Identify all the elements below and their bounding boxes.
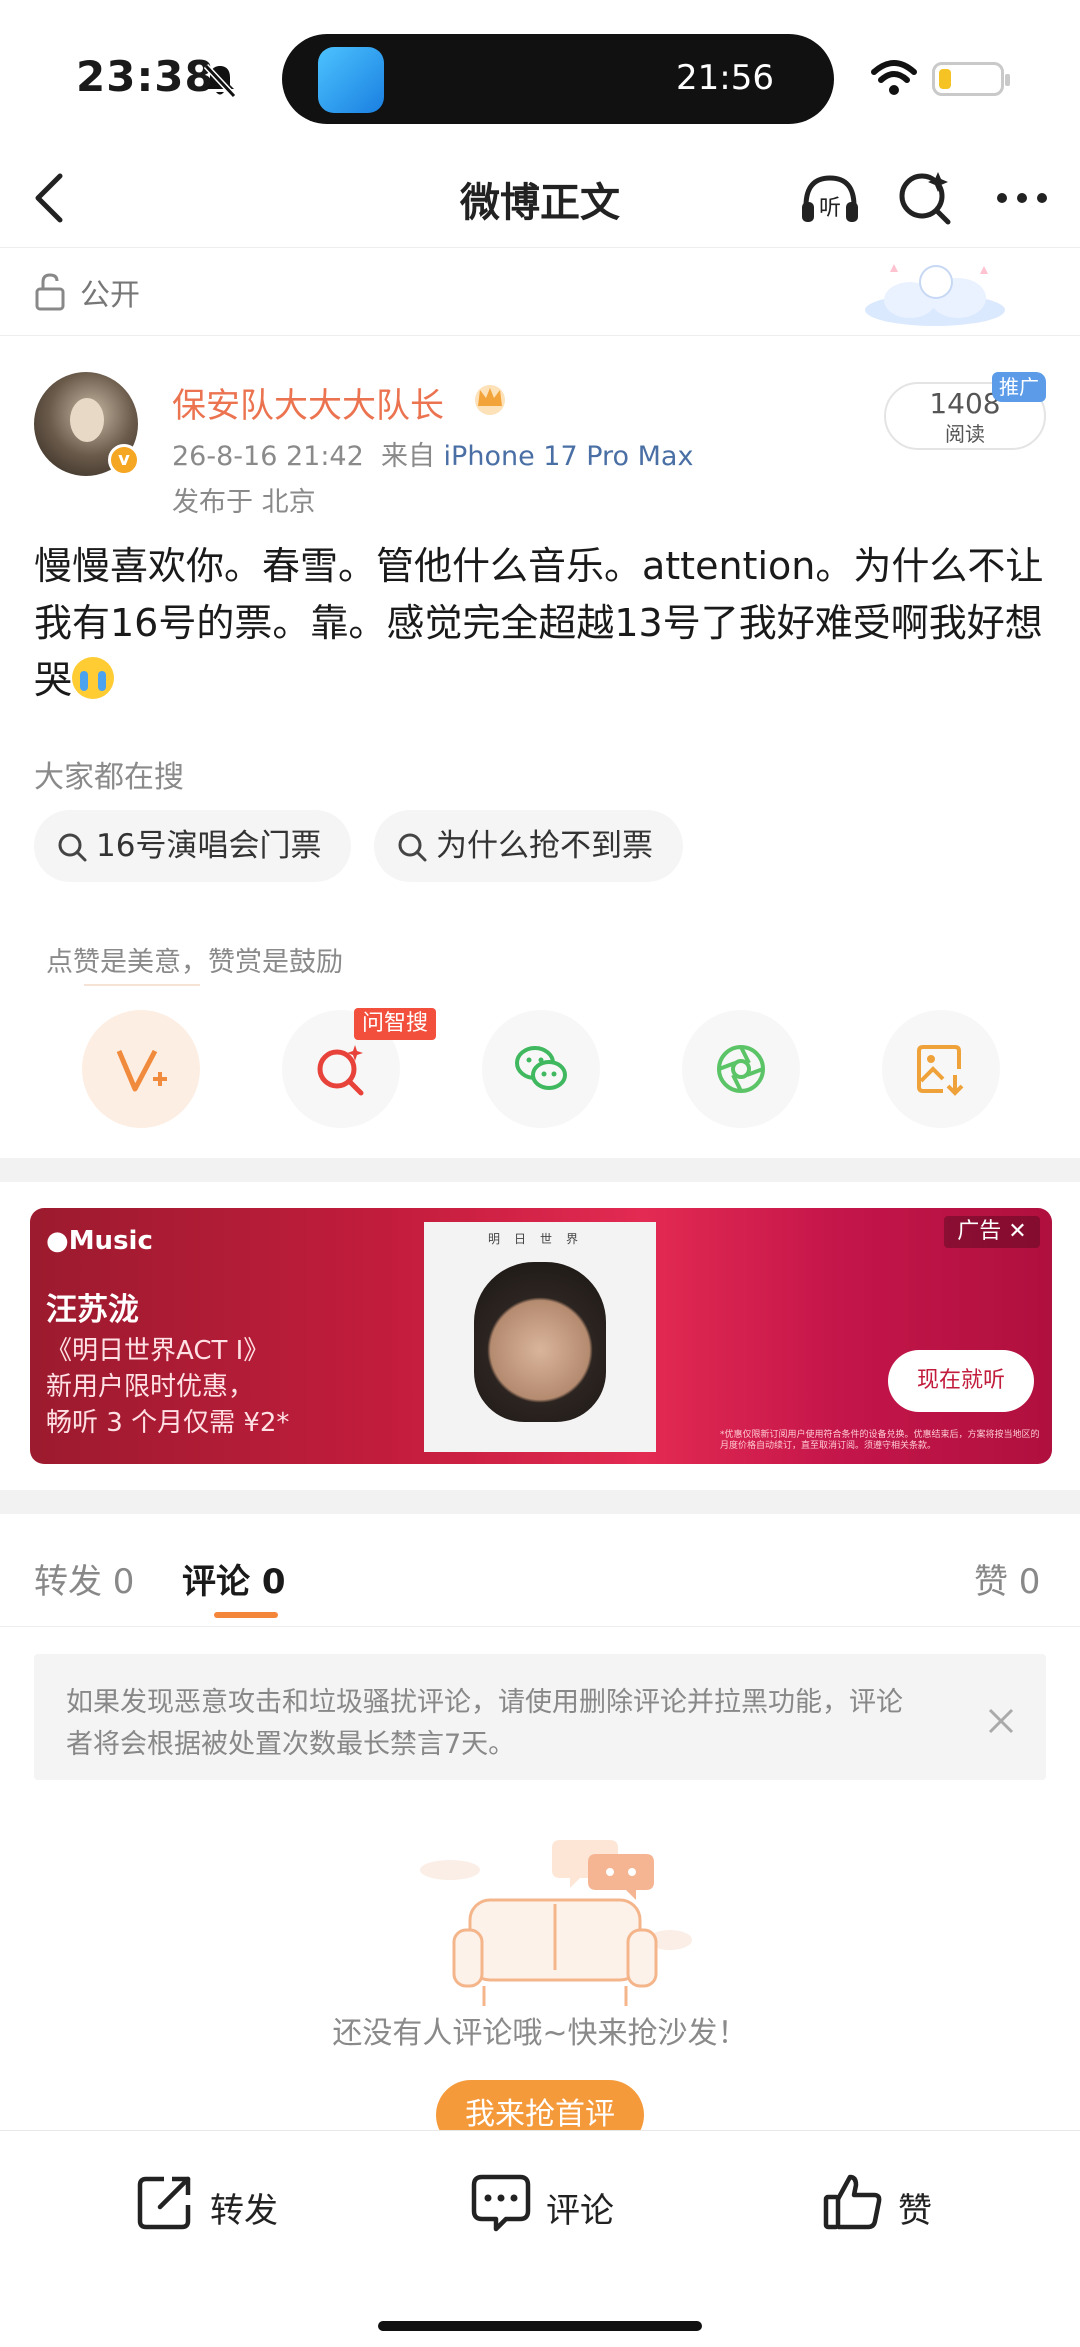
tab-like[interactable]: 赞 0	[974, 1554, 1040, 1603]
ai-search-icon	[317, 1045, 364, 1096]
listen-glyph: 听	[819, 196, 841, 221]
repost-icon	[137, 2176, 191, 2230]
read-label: 阅读	[945, 422, 985, 446]
trending-chip-label: 为什么抢不到票	[436, 828, 653, 864]
notice-text: 如果发现恶意攻击和垃圾骚扰评论，请使用删除评论并拉黑功能，评论者将会根据被处置次…	[66, 1687, 903, 1760]
post-meta: 26-8-16 21:42 来自 iPhone 17 Pro Max	[172, 434, 693, 473]
comment-icon	[471, 2174, 531, 2232]
search-icon	[58, 833, 87, 862]
like-label: 赞	[898, 2191, 932, 2231]
wifi-icon	[871, 60, 917, 95]
bottom-action-bar: 转发 评论 赞	[0, 2130, 1080, 2347]
trending-chip[interactable]: 为什么抢不到票	[374, 810, 683, 882]
verified-badge: v	[108, 444, 140, 476]
section-divider	[0, 1158, 1080, 1182]
trending-chip-label: 16号演唱会门票	[96, 828, 322, 864]
section-divider	[0, 1490, 1080, 1514]
close-icon[interactable]	[984, 1704, 1018, 1738]
battery-icon	[932, 62, 1010, 96]
ad-fine-print: *优惠仅限新订阅用户使用符合条件的设备兑换。优惠结束后，方案将按当地区的月度价格…	[720, 1430, 1040, 1451]
post-source[interactable]: iPhone 17 Pro Max	[444, 441, 694, 472]
repost-button[interactable]: 转发	[134, 2171, 294, 2239]
post-date: 26-8-16 21:42	[172, 441, 364, 472]
album-cover: 明日世界	[424, 1222, 656, 1452]
empty-sofa-illustration	[420, 1840, 692, 2006]
bell-muted-icon	[203, 63, 237, 99]
author-name[interactable]: 保安队大大大队长	[172, 378, 444, 427]
moments-share-button[interactable]	[682, 1010, 800, 1128]
save-image-icon	[917, 1045, 964, 1096]
ad-brand: ●Music	[46, 1226, 153, 1256]
wechat-share-button[interactable]	[482, 1010, 600, 1128]
crying-emoji-icon	[72, 657, 115, 699]
ad-line: 《明日世界ACT I》	[46, 1336, 270, 1366]
tab-repost[interactable]: 转发 0	[34, 1554, 134, 1603]
tab-comment[interactable]: 评论 0	[182, 1554, 286, 1603]
post-source-prefix: 来自	[380, 441, 435, 472]
trending-title: 大家都在搜	[34, 760, 184, 795]
status-time: 23:38	[76, 52, 215, 101]
thumbs-up-icon	[823, 2174, 882, 2230]
visibility-row: 公开	[0, 248, 1080, 336]
moderation-notice: 如果发现恶意攻击和垃圾骚扰评论，请使用删除评论并拉黑功能，评论者将会根据被处置次…	[34, 1654, 1046, 1780]
crown-icon	[475, 385, 505, 415]
ai-search-badge: 问智搜	[354, 1008, 437, 1040]
repost-label: 转发	[210, 2191, 278, 2231]
reward-icon	[116, 1049, 167, 1092]
ad-close-tag[interactable]: 广告 ✕	[944, 1216, 1040, 1248]
save-image-button[interactable]	[882, 1010, 1000, 1128]
post-location: 发布于 北京	[172, 487, 316, 518]
visibility-label: 公开	[80, 278, 140, 313]
home-indicator[interactable]	[378, 2321, 702, 2331]
island-time: 21:56	[676, 58, 774, 98]
hint-underline	[84, 984, 200, 986]
status-bar: 23:38 21:56	[0, 0, 1080, 150]
search-icon	[398, 833, 427, 862]
comment-label: 评论	[546, 2191, 614, 2231]
moments-icon	[717, 1045, 765, 1093]
app-icon	[318, 47, 384, 113]
promo-tag: 推广	[992, 372, 1046, 402]
comment-button[interactable]: 评论	[470, 2171, 630, 2239]
post-text: 慢慢喜欢你。春雪。管他什么音乐。attention。为什么不让我有16号的票。靠…	[34, 544, 1044, 702]
nav-bar: 微博正文 听	[0, 150, 1080, 248]
active-tab-indicator	[214, 1612, 278, 1618]
like-button[interactable]: 赞	[822, 2171, 962, 2239]
wechat-icon	[515, 1046, 567, 1090]
ad-banner[interactable]: ●Music 汪苏泷 《明日世界ACT I》 新用户限时优惠， 畅听 3 个月仅…	[30, 1208, 1052, 1464]
post-body: 慢慢喜欢你。春雪。管他什么音乐。attention。为什么不让我有16号的票。靠…	[34, 538, 1044, 709]
reward-button[interactable]	[82, 1010, 200, 1128]
artist-photo	[474, 1262, 606, 1422]
tab-divider	[0, 1626, 1080, 1627]
apple-logo-icon: ●	[46, 1226, 69, 1256]
search-spark-icon[interactable]	[894, 166, 958, 230]
lock-open-icon	[35, 273, 65, 311]
dynamic-island[interactable]: 21:56	[282, 34, 834, 124]
ad-artist: 汪苏泷	[46, 1292, 139, 1328]
album-title: 明日世界	[487, 1232, 592, 1246]
more-icon[interactable]	[990, 166, 1054, 230]
like-hint: 点赞是美意，赞赏是鼓励	[46, 947, 343, 978]
listen-icon[interactable]: 听	[798, 166, 862, 230]
ad-line: 畅听 3 个月仅需 ¥2*	[46, 1408, 290, 1438]
cloud-sticker-icon	[865, 264, 1005, 326]
trending-chip[interactable]: 16号演唱会门票	[34, 810, 352, 882]
empty-state-text: 还没有人评论哦~快来抢沙发！	[332, 2016, 748, 2051]
ad-cta-button[interactable]: 现在就听	[888, 1350, 1034, 1412]
ad-line: 新用户限时优惠，	[46, 1372, 255, 1402]
